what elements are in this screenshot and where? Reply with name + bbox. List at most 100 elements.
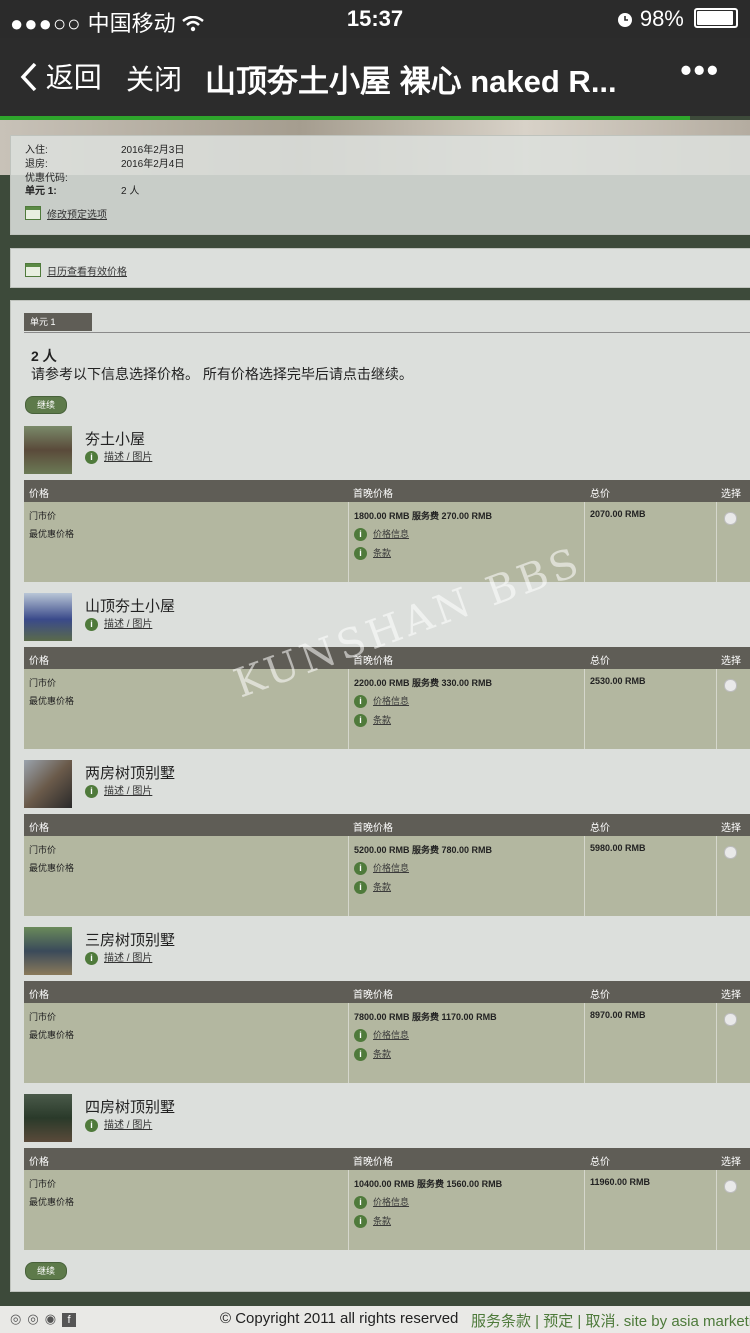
info-icon: i xyxy=(354,528,367,542)
tripadvisor-icon[interactable]: ◎◎ xyxy=(10,1311,45,1326)
terms-link[interactable]: 条款 xyxy=(373,1049,391,1059)
booking-summary-panel: 入住: 2016年2月3日 退房: 2016年2月4日 优惠代码: 单元 1: 2 人… xyxy=(10,135,750,235)
column-divider xyxy=(716,669,717,749)
calendar-icon xyxy=(25,206,41,220)
social-icons: ◎◎◉ f xyxy=(10,1311,77,1327)
column-divider xyxy=(348,502,349,582)
tab-divider xyxy=(24,332,750,333)
footer-links[interactable]: 服务条款 | 预定 | 取消. site by asia marketi xyxy=(471,1310,750,1331)
modify-booking-row: 修改预定选项 xyxy=(25,206,107,221)
room-desc-link-row: i 描述 / 图片 xyxy=(85,448,152,464)
col-first-night: 首晚价格 xyxy=(353,489,393,500)
checkin-label: 入住: xyxy=(25,145,48,156)
price-info-link[interactable]: 价格信息 xyxy=(373,1030,409,1040)
room-block: 夯土小屋 i 描述 / 图片 价格 首晚价格 总价 选择 门市价 最优惠价格 18… xyxy=(24,426,750,582)
terms-link[interactable]: 条款 xyxy=(373,882,391,892)
rate-table-header: 价格 首晚价格 总价 选择 xyxy=(24,814,750,836)
modify-booking-link[interactable]: 修改预定选项 xyxy=(47,210,107,221)
battery-percent: 98% xyxy=(639,6,684,31)
room-description-link[interactable]: 描述 / 图片 xyxy=(104,953,152,964)
rate-table-row: 门市价 最优惠价格 2200.00 RMB 服务费 330.00 RMB i 价格… xyxy=(24,669,750,749)
info-icon: i xyxy=(354,1029,367,1043)
facebook-icon[interactable]: f xyxy=(62,1313,77,1327)
select-radio[interactable] xyxy=(724,679,737,692)
select-radio[interactable] xyxy=(724,846,737,859)
rate-best-label: 最优惠价格 xyxy=(29,1030,75,1040)
price-info-row: i 价格信息 xyxy=(354,694,409,709)
room-description-link[interactable]: 描述 / 图片 xyxy=(104,452,152,463)
col-select: 选择 xyxy=(721,1157,741,1168)
room-desc-link-row: i 描述 / 图片 xyxy=(85,615,152,631)
room-thumbnail[interactable] xyxy=(24,593,72,641)
price-info-link[interactable]: 价格信息 xyxy=(373,1197,409,1207)
room-thumbnail[interactable] xyxy=(24,927,72,975)
status-right: 98% xyxy=(616,6,738,32)
rate-best-label: 最优惠价格 xyxy=(29,529,75,539)
chevron-left-icon xyxy=(20,62,46,93)
more-menu-button[interactable]: ••• xyxy=(680,52,720,89)
info-icon: i xyxy=(354,862,367,876)
column-divider xyxy=(348,1003,349,1083)
room-block: 四房树顶别墅 i 描述 / 图片 价格 首晚价格 总价 选择 门市价 最优惠价格 … xyxy=(24,1094,750,1250)
rate-door-label: 门市价 xyxy=(29,511,57,521)
continue-button-bottom[interactable]: 继续 xyxy=(25,1262,67,1280)
close-button[interactable]: 关闭 xyxy=(126,58,182,98)
first-night-price: 10400.00 RMB 服务费 1560.00 RMB xyxy=(354,1179,503,1189)
rate-table-header: 价格 首晚价格 总价 选择 xyxy=(24,981,750,1003)
terms-row: i 条款 xyxy=(354,546,391,561)
column-divider xyxy=(584,1170,585,1250)
room-description-link[interactable]: 描述 / 图片 xyxy=(104,786,152,797)
col-total: 总价 xyxy=(590,656,610,667)
terms-link[interactable]: 条款 xyxy=(373,548,391,558)
rate-best-label: 最优惠价格 xyxy=(29,696,75,706)
rate-selection-panel: 单元 1 2 人 请参考以下信息选择价格。 所有价格选择完毕后请点击继续。 继续… xyxy=(10,300,750,1292)
column-divider xyxy=(716,836,717,916)
info-icon: i xyxy=(85,617,98,631)
col-select: 选择 xyxy=(721,823,741,834)
back-button[interactable]: 返回 xyxy=(20,56,102,96)
price-info-link[interactable]: 价格信息 xyxy=(373,863,409,873)
room-name: 四房树顶别墅 xyxy=(85,1099,176,1116)
total-price: 8970.00 RMB xyxy=(590,1010,646,1020)
info-icon: i xyxy=(85,951,98,965)
room-name: 山顶夯土小屋 xyxy=(85,598,176,615)
continue-button[interactable]: 继续 xyxy=(25,396,67,414)
price-info-row: i 价格信息 xyxy=(354,527,409,542)
rate-best-label: 最优惠价格 xyxy=(29,863,75,873)
info-icon: i xyxy=(85,784,98,798)
col-first-night: 首晚价格 xyxy=(353,990,393,1001)
calendar-rates-link[interactable]: 日历查看有效价格 xyxy=(47,267,127,278)
room-description-link[interactable]: 描述 / 图片 xyxy=(104,619,152,630)
column-divider xyxy=(584,836,585,916)
room-block: 三房树顶别墅 i 描述 / 图片 价格 首晚价格 总价 选择 门市价 最优惠价格 … xyxy=(24,927,750,1083)
room-thumbnail[interactable] xyxy=(24,760,72,808)
instructions-text: 请参考以下信息选择价格。 所有价格选择完毕后请点击继续。 xyxy=(31,366,413,382)
terms-link[interactable]: 条款 xyxy=(373,1216,391,1226)
first-night-price: 5200.00 RMB 服务费 780.00 RMB xyxy=(354,845,493,855)
room-thumbnail[interactable] xyxy=(24,1094,72,1142)
weibo-icon[interactable]: ◉ xyxy=(45,1311,62,1326)
info-icon: i xyxy=(85,450,98,464)
rate-table-row: 门市价 最优惠价格 7800.00 RMB 服务费 1170.00 RMB i价… xyxy=(24,1003,750,1083)
room-description-link[interactable]: 描述 / 图片 xyxy=(104,1120,152,1131)
unit-label: 单元 1: xyxy=(25,186,57,197)
checkin-row: 入住: 2016年2月3日 xyxy=(25,141,184,156)
calendar-panel: 日历查看有效价格 xyxy=(10,248,750,288)
nav-bar: 返回 关闭 山顶夯土小屋 裸心 naked R... ••• xyxy=(0,38,750,116)
column-divider xyxy=(348,836,349,916)
checkout-row: 退房: 2016年2月4日 xyxy=(25,155,184,170)
column-divider xyxy=(716,1003,717,1083)
select-radio[interactable] xyxy=(724,512,737,525)
select-radio[interactable] xyxy=(724,1013,737,1026)
price-info-link[interactable]: 价格信息 xyxy=(373,529,409,539)
col-price: 价格 xyxy=(29,1157,49,1168)
info-icon: i xyxy=(354,695,367,709)
col-price: 价格 xyxy=(29,990,49,1001)
tab-unit-1[interactable]: 单元 1 xyxy=(24,313,92,331)
room-thumbnail[interactable] xyxy=(24,426,72,474)
select-radio[interactable] xyxy=(724,1180,737,1193)
info-icon: i xyxy=(354,547,367,561)
price-info-link[interactable]: 价格信息 xyxy=(373,696,409,706)
terms-link[interactable]: 条款 xyxy=(373,715,391,725)
rate-table-header: 价格 首晚价格 总价 选择 xyxy=(24,1148,750,1170)
